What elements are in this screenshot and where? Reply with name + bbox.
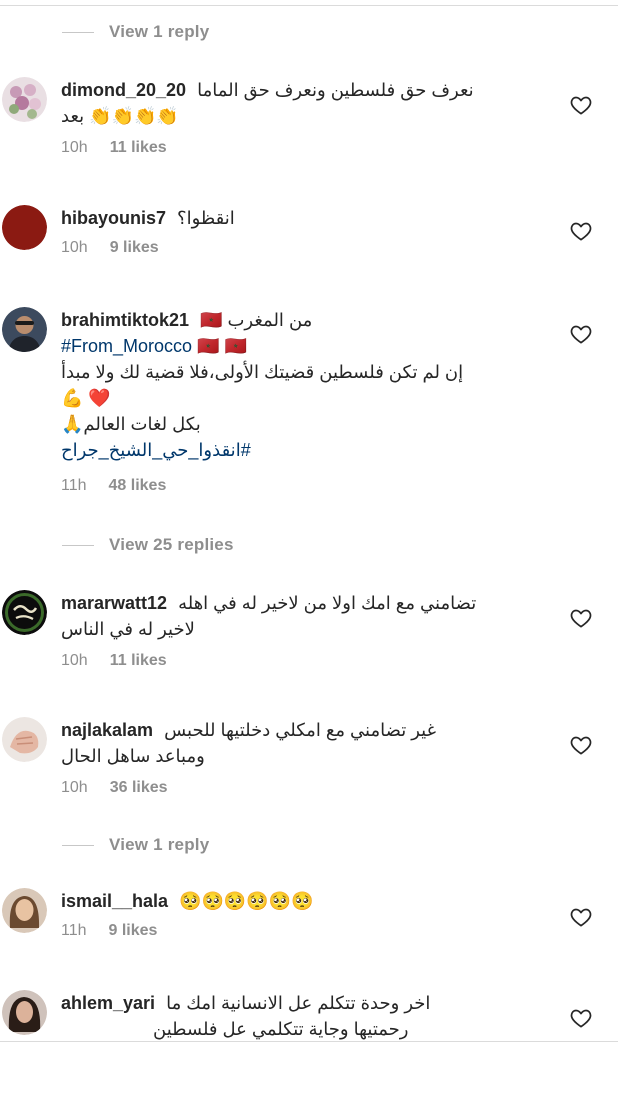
comment-text: اخر وحدة تتكلم عل الانسانية امك ما (166, 993, 431, 1013)
comment-time: 11h (61, 922, 87, 939)
view-replies-label: View 1 reply (109, 22, 210, 41)
hand-avatar-icon (2, 717, 47, 762)
comment-text: نعرف حق فلسطين ونعرف حق الماما (197, 80, 474, 100)
comment-likes[interactable]: 9 likes (109, 922, 158, 940)
avatar[interactable] (2, 990, 47, 1035)
comment-likes[interactable]: 11 likes (110, 139, 167, 157)
avatar[interactable] (2, 307, 47, 352)
flowers-avatar-icon (2, 77, 47, 122)
heart-icon[interactable] (570, 221, 592, 241)
avatar[interactable] (2, 590, 47, 635)
woman-avatar-icon (2, 990, 47, 1035)
comment-text: 🥺🥺🥺🥺🥺🥺 (179, 891, 314, 911)
heart-icon[interactable] (570, 608, 592, 628)
comment-text: تضامني مع امك اولا من لاخير له في اهله (178, 593, 477, 613)
comment-username[interactable]: ahlem_yari (61, 993, 155, 1013)
avatar[interactable] (2, 888, 47, 933)
solid-avatar-icon (2, 205, 47, 250)
comment-text: 💪 ❤️ (61, 388, 111, 408)
comment-text: انقظوا؟ (177, 208, 235, 228)
view-replies-button[interactable]: View 1 reply (62, 833, 209, 857)
comment-username[interactable]: mararwatt12 (61, 593, 167, 613)
comment-time: 10h (61, 652, 88, 669)
heart-icon[interactable] (570, 324, 592, 344)
comment-text: 👏👏👏👏 بعد (61, 106, 179, 126)
comment-text: بكل لغات العالم🙏 (61, 414, 201, 434)
avatar[interactable] (2, 77, 47, 122)
comment-time: 11h (61, 477, 87, 494)
person-avatar-icon (2, 307, 47, 352)
comment-username[interactable]: brahimtiktok21 (61, 310, 189, 330)
heart-icon[interactable] (570, 735, 592, 755)
comment-likes[interactable]: 48 likes (109, 477, 167, 495)
view-replies-button[interactable]: View 1 reply (62, 20, 209, 44)
hashtag-link[interactable]: #انقذوا_حي_الشيخ_جراح (61, 440, 251, 460)
comment-username[interactable]: ismail__hala (61, 891, 168, 911)
comment-username[interactable]: najlakalam (61, 720, 153, 740)
top-divider (0, 5, 618, 6)
reply-dash (62, 844, 94, 846)
avatar[interactable] (2, 717, 47, 762)
comment-time: 10h (61, 779, 88, 796)
comment-username[interactable]: dimond_20_20 (61, 80, 186, 100)
comment-time: 10h (61, 239, 88, 256)
heart-icon[interactable] (570, 1008, 592, 1028)
view-replies-label: View 25 replies (109, 535, 234, 554)
comment-likes[interactable]: 9 likes (110, 239, 159, 257)
comment-username[interactable]: hibayounis7 (61, 208, 166, 228)
comment-text: إن لم تكن فلسطين قضيتك الأولى،فلا قضية ل… (61, 362, 464, 382)
reply-dash (62, 544, 94, 546)
comment-text: رحمتيها وجاية تتكلمي عل فلسطين (153, 1019, 409, 1039)
comment-likes[interactable]: 36 likes (110, 779, 168, 797)
heart-icon[interactable] (570, 95, 592, 115)
view-replies-button[interactable]: View 25 replies (62, 533, 234, 557)
hashtag-link[interactable]: #From_Morocco 🇲🇦 🇲🇦 (61, 336, 247, 356)
comment-text: من المغرب 🇲🇦 (200, 310, 313, 330)
comment-text: ومباعد ساهل الحال (61, 746, 205, 766)
avatar[interactable] (2, 205, 47, 250)
calligraphy-avatar-icon (2, 590, 47, 635)
comment-text: غير تضامني مع امكلي دخلتيها للحبس (164, 720, 436, 740)
comment-text: لاخير له في الناس (61, 619, 195, 639)
comment-likes[interactable]: 11 likes (110, 652, 167, 670)
heart-icon[interactable] (570, 907, 592, 927)
comment-time: 10h (61, 139, 88, 156)
reply-dash (62, 31, 94, 33)
woman-avatar-icon (2, 888, 47, 933)
bottom-divider (0, 1041, 618, 1042)
view-replies-label: View 1 reply (109, 835, 210, 854)
